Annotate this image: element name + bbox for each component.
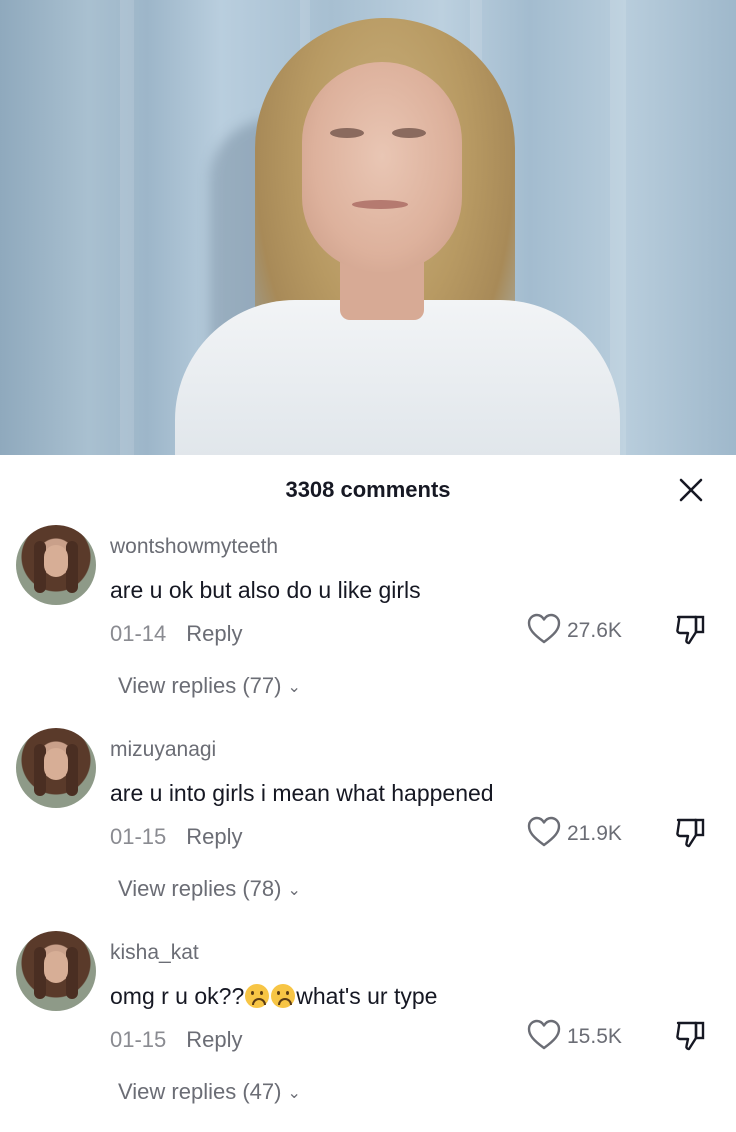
thumbs-down-icon[interactable] (674, 816, 706, 850)
comment-date: 01-14 (110, 621, 167, 646)
avatar[interactable] (16, 931, 96, 1011)
comment-date: 01-15 (110, 824, 167, 849)
avatar[interactable] (16, 525, 96, 605)
view-replies-link[interactable]: View replies (47) ⌄ (118, 1079, 301, 1105)
comment-username[interactable]: kisha_kat (110, 941, 199, 965)
comment-date: 01-15 (110, 1027, 167, 1052)
comment-text: omg r u ok?? what's ur type (110, 983, 437, 1010)
view-replies-link[interactable]: View replies (77) ⌄ (118, 673, 301, 699)
like-count: 21.9K (567, 822, 622, 845)
view-replies-link[interactable]: View replies (78) ⌄ (118, 876, 301, 902)
comment-text: are u into girls i mean what happened (110, 780, 494, 806)
sad-face-emoji (271, 984, 296, 1008)
comment-item: kisha_kat omg r u ok?? what's ur type 01-… (0, 927, 736, 1132)
like-count: 15.5K (567, 1025, 622, 1048)
comment-text-start: omg r u ok?? (110, 983, 245, 1009)
comment-username[interactable]: wontshowmyteeth (110, 535, 278, 559)
comments-sheet: 3308 comments wontshowmyteeth are u ok b… (0, 455, 736, 1124)
chevron-down-icon: ⌄ (287, 882, 301, 900)
chevron-down-icon: ⌄ (287, 679, 301, 697)
comments-count-title: 3308 comments (285, 477, 451, 502)
reply-button[interactable]: Reply (186, 824, 242, 849)
comment-item: wontshowmyteeth are u ok but also do u l… (0, 521, 736, 726)
heart-outline-icon (527, 613, 561, 644)
comment-meta: 01-14 Reply (110, 621, 243, 647)
comments-header: 3308 comments (0, 455, 736, 521)
comment-username[interactable]: mizuyanagi (110, 738, 216, 762)
thumbs-down-icon[interactable] (674, 1019, 706, 1053)
reply-button[interactable]: Reply (186, 1027, 242, 1052)
like-button[interactable]: 21.9K (527, 816, 657, 850)
like-button[interactable]: 27.6K (527, 613, 657, 647)
comment-text-end: what's ur type (296, 983, 438, 1009)
chevron-down-icon: ⌄ (287, 1085, 301, 1103)
reply-button[interactable]: Reply (186, 621, 242, 646)
view-replies-label: View replies (47) (118, 1079, 282, 1104)
heart-outline-icon (527, 816, 561, 847)
avatar[interactable] (16, 728, 96, 808)
comment-text: are u ok but also do u like girls (110, 577, 421, 603)
thumbs-down-icon[interactable] (674, 613, 706, 647)
like-button[interactable]: 15.5K (527, 1019, 657, 1053)
video-still-image (0, 0, 736, 455)
like-count: 27.6K (567, 619, 622, 642)
view-replies-label: View replies (78) (118, 876, 282, 901)
heart-outline-icon (527, 1019, 561, 1050)
close-icon[interactable] (676, 475, 706, 505)
view-replies-label: View replies (77) (118, 673, 282, 698)
comment-meta: 01-15 Reply (110, 824, 243, 850)
sad-face-emoji (245, 984, 270, 1008)
comment-meta: 01-15 Reply (110, 1027, 243, 1053)
comment-item: mizuyanagi are u into girls i mean what … (0, 724, 736, 929)
